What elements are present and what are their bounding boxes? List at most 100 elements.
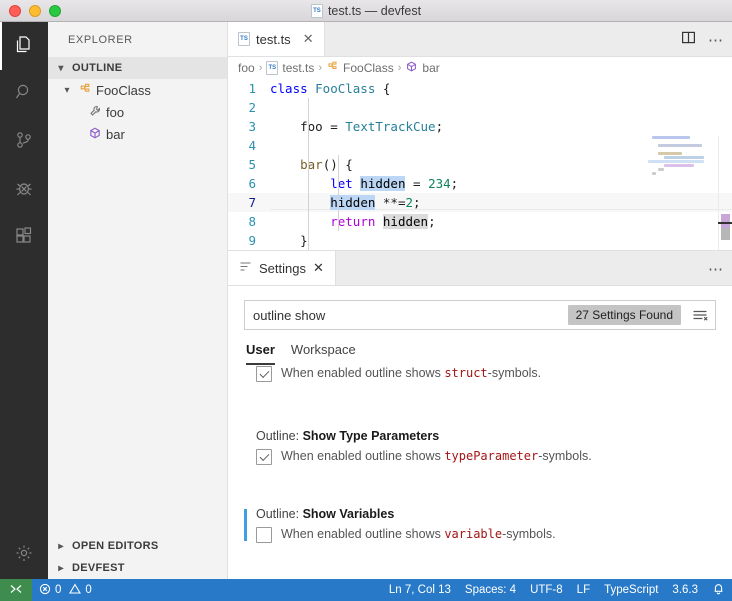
minimap-line [658, 144, 702, 147]
outline-item-foo[interactable]: foo [48, 101, 227, 123]
breadcrumb-separator: › [259, 62, 263, 74]
setting-description-code: variable [444, 527, 502, 541]
clear-filter-icon[interactable] [687, 308, 713, 323]
code-line[interactable]: 3 foo = TextTrackCue; [228, 117, 732, 136]
settings-more-actions-icon[interactable]: ⋯ [708, 260, 724, 278]
code-text[interactable]: foo = TextTrackCue; [270, 119, 732, 134]
error-icon [39, 583, 51, 598]
sidebar-section-devfest[interactable]: ▸ DEVFEST [48, 557, 227, 579]
code-token: 2 [405, 195, 413, 210]
code-token [270, 176, 330, 191]
settings-list-icon [239, 260, 252, 276]
status-encoding[interactable]: UTF-8 [523, 579, 570, 601]
editor-scrollbar[interactable] [718, 136, 732, 250]
settings-search-input[interactable] [253, 308, 562, 323]
breadcrumb-separator: › [318, 62, 322, 74]
method-symbol-icon [405, 60, 418, 76]
editor-more-actions-icon[interactable]: ⋯ [708, 31, 724, 49]
chevron-down-icon: ▾ [54, 63, 68, 74]
breadcrumb-item-foo[interactable]: foo [238, 61, 255, 75]
code-line[interactable]: 1class FooClass { [228, 79, 732, 98]
editor-tab-test-ts[interactable]: TS test.ts ✕ [228, 22, 325, 56]
status-indentation[interactable]: Spaces: 4 [458, 579, 523, 601]
settings-search-box[interactable]: 27 Settings Found [244, 300, 716, 330]
editor-group: TS test.ts ✕ ⋯ foo › TS test.ts › FooCla… [228, 22, 732, 250]
code-token: **= [375, 195, 405, 210]
gear-icon [13, 542, 35, 569]
line-number: 6 [228, 176, 270, 191]
code-token: 234 [428, 176, 451, 191]
extensions-icon [13, 225, 35, 252]
status-notifications[interactable] [705, 579, 732, 601]
settings-tab[interactable]: Settings ✕ [228, 251, 336, 285]
activity-item-source-control[interactable] [0, 118, 48, 166]
line-number: 3 [228, 119, 270, 134]
setting-description: When enabled outline shows typeParameter… [281, 448, 592, 465]
setting-checkbox[interactable] [256, 449, 272, 465]
setting-description-post: -symbols. [488, 366, 541, 380]
setting-title-prefix: Outline: [256, 429, 303, 443]
outline-item-bar[interactable]: bar [48, 123, 227, 145]
activity-item-explorer[interactable] [0, 22, 48, 70]
code-token: FooClass [315, 81, 375, 96]
split-editor-icon[interactable] [681, 30, 696, 50]
code-line[interactable]: 2 [228, 98, 732, 117]
status-problems[interactable]: 0 0 [32, 579, 99, 601]
line-number: 5 [228, 157, 270, 172]
setting-checkbox[interactable] [256, 527, 272, 543]
status-cursor-position[interactable]: Ln 7, Col 13 [382, 579, 458, 601]
activity-item-debug[interactable] [0, 166, 48, 214]
activity-item-search[interactable] [0, 70, 48, 118]
property-symbol-icon [88, 104, 102, 121]
settings-search-area: 27 Settings Found [228, 286, 732, 330]
class-symbol-icon [78, 82, 92, 99]
status-typescript-version[interactable]: 3.6.3 [665, 579, 705, 601]
chevron-right-icon: ▸ [54, 563, 68, 574]
code-token [270, 195, 330, 210]
setting-title: Outline: Show Variables [256, 507, 732, 521]
line-number: 8 [228, 214, 270, 229]
status-eol[interactable]: LF [570, 579, 597, 601]
indent-guide [338, 155, 339, 231]
setting-description-code: struct [444, 366, 487, 380]
typescript-file-icon: TS [238, 32, 250, 46]
setting-item-show-type-parameters[interactable]: Outline: Show Type Parameters When enabl… [244, 429, 732, 465]
activity-item-manage[interactable] [0, 531, 48, 579]
sidebar-section-open-editors[interactable]: ▸ OPEN EDITORS [48, 535, 227, 557]
breadcrumb-item-bar[interactable]: bar [422, 61, 439, 75]
status-warning-count: 0 [85, 584, 91, 596]
code-editor[interactable]: 1class FooClass {23 foo = TextTrackCue;4… [228, 79, 732, 250]
setting-description-code: typeParameter [444, 449, 538, 463]
code-text[interactable]: class FooClass { [270, 81, 732, 96]
class-symbol-icon [326, 60, 339, 76]
minimap[interactable] [648, 136, 718, 250]
breadcrumb-item-fooclass[interactable]: FooClass [343, 61, 394, 75]
setting-checkbox[interactable] [256, 366, 272, 382]
code-token: ; [428, 214, 436, 229]
line-number: 1 [228, 81, 270, 96]
chevron-down-icon[interactable]: ▾ [60, 85, 74, 96]
typescript-file-icon: TS [266, 61, 278, 75]
status-remote-indicator[interactable] [0, 579, 32, 601]
setting-item-show-structs[interactable]: When enabled outline shows struct-symbol… [244, 365, 732, 385]
sidebar-section-devfest-label: DEVFEST [72, 562, 125, 574]
sidebar-section-outline[interactable]: ▾ OUTLINE [48, 57, 227, 79]
settings-list[interactable]: When enabled outline shows struct-symbol… [228, 365, 732, 565]
settings-scope-user[interactable]: User [246, 342, 275, 365]
setting-item-show-variables[interactable]: Outline: Show Variables When enabled out… [244, 507, 732, 543]
code-token: ; [413, 195, 421, 210]
setting-description-pre: When enabled outline shows [281, 449, 444, 463]
breadcrumb-item-test-ts[interactable]: test.ts [282, 61, 314, 75]
setting-title-name: Show Variables [303, 507, 395, 521]
settings-scope-workspace[interactable]: Workspace [291, 342, 356, 365]
editor-tab-label: test.ts [256, 32, 291, 47]
status-language-mode[interactable]: TypeScript [597, 579, 665, 601]
outline-item-fooclass[interactable]: ▾ FooClass [48, 79, 227, 101]
notifications-bell-icon [712, 582, 725, 598]
line-number: 7 [228, 195, 270, 210]
setting-description-post: -symbols. [502, 527, 555, 541]
close-icon[interactable]: ✕ [313, 260, 324, 276]
close-icon[interactable]: ✕ [303, 31, 314, 47]
activity-item-extensions[interactable] [0, 214, 48, 262]
setting-row: When enabled outline shows struct-symbol… [256, 365, 732, 382]
